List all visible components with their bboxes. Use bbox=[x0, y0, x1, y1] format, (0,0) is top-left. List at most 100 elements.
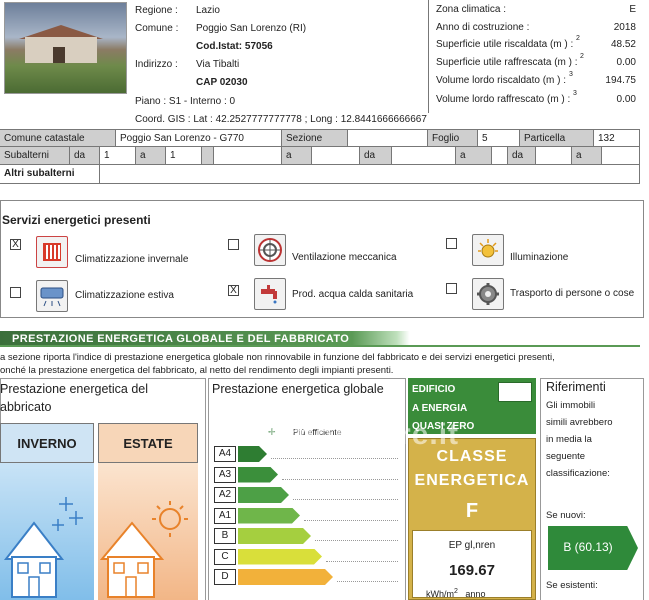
class-label-a2: A2 bbox=[214, 487, 236, 503]
info-unit-sup: 3 bbox=[573, 90, 577, 97]
sezione-label: Sezione bbox=[282, 130, 348, 146]
illuminazione-label: Illuminazione bbox=[510, 252, 569, 263]
sub-empty-2 bbox=[312, 147, 360, 164]
particella-label: Particella bbox=[520, 130, 594, 146]
sezione-value bbox=[348, 130, 428, 146]
globale-title: Prestazione energetica globale bbox=[212, 382, 384, 396]
cadastral-row-2: Subalterni da 1 a 1 a da a da a bbox=[0, 146, 640, 164]
class-bar-b bbox=[238, 528, 311, 544]
sub-empty-5 bbox=[536, 147, 572, 164]
riferimenti-line: classificazione: bbox=[546, 468, 610, 479]
fabbricato-title-1: Prestazione energetica del bbox=[0, 382, 149, 396]
indirizzo-value: Via Tibalti bbox=[196, 59, 240, 70]
fan-icon bbox=[254, 234, 286, 266]
faucet-icon bbox=[254, 278, 286, 310]
class-label-a4: A4 bbox=[214, 446, 236, 462]
sub-da-label-2: da bbox=[360, 147, 392, 164]
riferimenti-line: seguente bbox=[546, 451, 586, 462]
info-value: 0.00 bbox=[616, 57, 636, 68]
altri-subalterni-label: Altri subalterni bbox=[0, 165, 100, 183]
globale-panel bbox=[208, 378, 406, 600]
section-desc-line2: onché la prestazione energetica del fabb… bbox=[0, 365, 394, 376]
class-bar-a1 bbox=[238, 507, 300, 524]
ventilazione-meccanica-label: Ventilazione meccanica bbox=[292, 252, 397, 263]
air-conditioner-icon bbox=[36, 280, 68, 312]
info-value: 0.00 bbox=[616, 94, 636, 105]
comune-catastale-value: Poggio San Lorenzo - G770 bbox=[116, 130, 282, 146]
sub-da-label-3: da bbox=[508, 147, 536, 164]
subalterni-label: Subalterni bbox=[0, 147, 70, 164]
nzeb-line1: EDIFICIO bbox=[412, 384, 456, 395]
info-unit-sup: 3 bbox=[569, 71, 573, 78]
climatizzazione-estiva-label: Climatizzazione estiva bbox=[75, 290, 174, 301]
riferimenti-title: Riferimenti bbox=[546, 380, 606, 394]
info-label: Anno di costruzione : bbox=[436, 22, 530, 33]
classe-line2: ENERGETICA bbox=[414, 472, 530, 489]
inverno-header: INVERNO bbox=[0, 423, 94, 463]
house-summer-icon bbox=[99, 501, 188, 598]
sub-empty-4 bbox=[492, 147, 508, 164]
sub-a-label-3: a bbox=[456, 147, 492, 164]
classe-letter: F bbox=[465, 500, 479, 522]
sub-empty-3 bbox=[392, 147, 456, 164]
foglio-label: Foglio bbox=[428, 130, 478, 146]
check-climatizzazione-invernale[interactable]: X bbox=[10, 239, 21, 250]
ep-value: 169.67 bbox=[449, 562, 495, 579]
gear-icon bbox=[472, 278, 504, 310]
check-climatizzazione-estiva[interactable] bbox=[10, 287, 21, 298]
cod-istat: Cod.Istat: 57056 bbox=[196, 41, 273, 52]
info-value: E bbox=[629, 4, 636, 15]
class-bar-c bbox=[238, 548, 322, 565]
check-illuminazione[interactable] bbox=[446, 238, 457, 249]
cadastral-row-3: Altri subalterni bbox=[0, 164, 640, 184]
info-label: Superficie utile riscaldata (m ) : bbox=[436, 39, 574, 50]
class-guide-line bbox=[282, 478, 398, 480]
info-label: Volume lordo raffrescato (m ) : bbox=[436, 94, 571, 105]
riferimenti-line: in media la bbox=[546, 434, 592, 445]
trasporto-label: Trasporto di persone o cose bbox=[510, 288, 635, 299]
class-guide-line bbox=[271, 458, 398, 459]
sub-a-label: a bbox=[136, 147, 166, 164]
ep-unit: kWh/m2 anno bbox=[426, 588, 486, 599]
info-unit-sup: 2 bbox=[576, 35, 580, 42]
acqua-calda-sanitaria-label: Prod. acqua calda sanitaria bbox=[292, 289, 414, 300]
class-guide-line bbox=[315, 540, 398, 541]
sub-da-label: da bbox=[70, 147, 100, 164]
sub-a-label-2: a bbox=[282, 147, 312, 164]
info-unit-sup: 2 bbox=[580, 53, 584, 60]
cadastral-row-1: Comune catastale Poggio San Lorenzo - G7… bbox=[0, 129, 640, 146]
regione-value: Lazio bbox=[196, 5, 220, 16]
piano: Piano : S1 - Interno : 0 bbox=[135, 96, 236, 107]
info-value: 2018 bbox=[613, 22, 636, 33]
class-bar-a2 bbox=[238, 487, 289, 503]
estate-area bbox=[98, 463, 198, 600]
inverno-area bbox=[0, 463, 94, 600]
foglio-value: 5 bbox=[478, 130, 520, 146]
check-trasporto[interactable] bbox=[446, 283, 457, 294]
comune-value: Poggio San Lorenzo (RI) bbox=[196, 23, 307, 34]
sub-empty-6 bbox=[602, 147, 640, 164]
indirizzo-label: Indirizzo : bbox=[135, 59, 178, 70]
class-label-a3: A3 bbox=[214, 466, 236, 483]
class-guide-line bbox=[304, 519, 398, 521]
estate-header: ESTATE bbox=[98, 423, 198, 463]
class-guide-line bbox=[326, 560, 398, 562]
altri-subalterni-value bbox=[100, 165, 640, 183]
nzeb-line2: A ENERGIA bbox=[412, 403, 468, 414]
watermark: immobiliare.it bbox=[250, 418, 460, 451]
radiator-icon bbox=[36, 236, 68, 268]
coord-gis: Coord. GIS : Lat : 42.2527777777778 ; Lo… bbox=[135, 114, 427, 125]
sub-sep-1 bbox=[202, 147, 214, 164]
class-label-b: B bbox=[214, 528, 236, 544]
se-nuovi-label: Se nuovi: bbox=[546, 510, 586, 521]
comune-label: Comune : bbox=[135, 23, 179, 34]
section-desc-line1: a sezione riporta l'indice di prestazion… bbox=[0, 352, 555, 363]
check-ventilazione-meccanica[interactable] bbox=[228, 239, 239, 250]
header-divider bbox=[428, 0, 429, 113]
info-label: Zona climatica : bbox=[436, 4, 507, 15]
sub-empty-1 bbox=[214, 147, 282, 164]
info-label: Volume lordo riscaldato (m ) : bbox=[436, 75, 567, 86]
sub-a-value: 1 bbox=[166, 147, 202, 164]
check-acqua-calda-sanitaria[interactable]: X bbox=[228, 285, 239, 296]
info-label: Superficie utile raffrescata (m ) : bbox=[436, 57, 578, 68]
